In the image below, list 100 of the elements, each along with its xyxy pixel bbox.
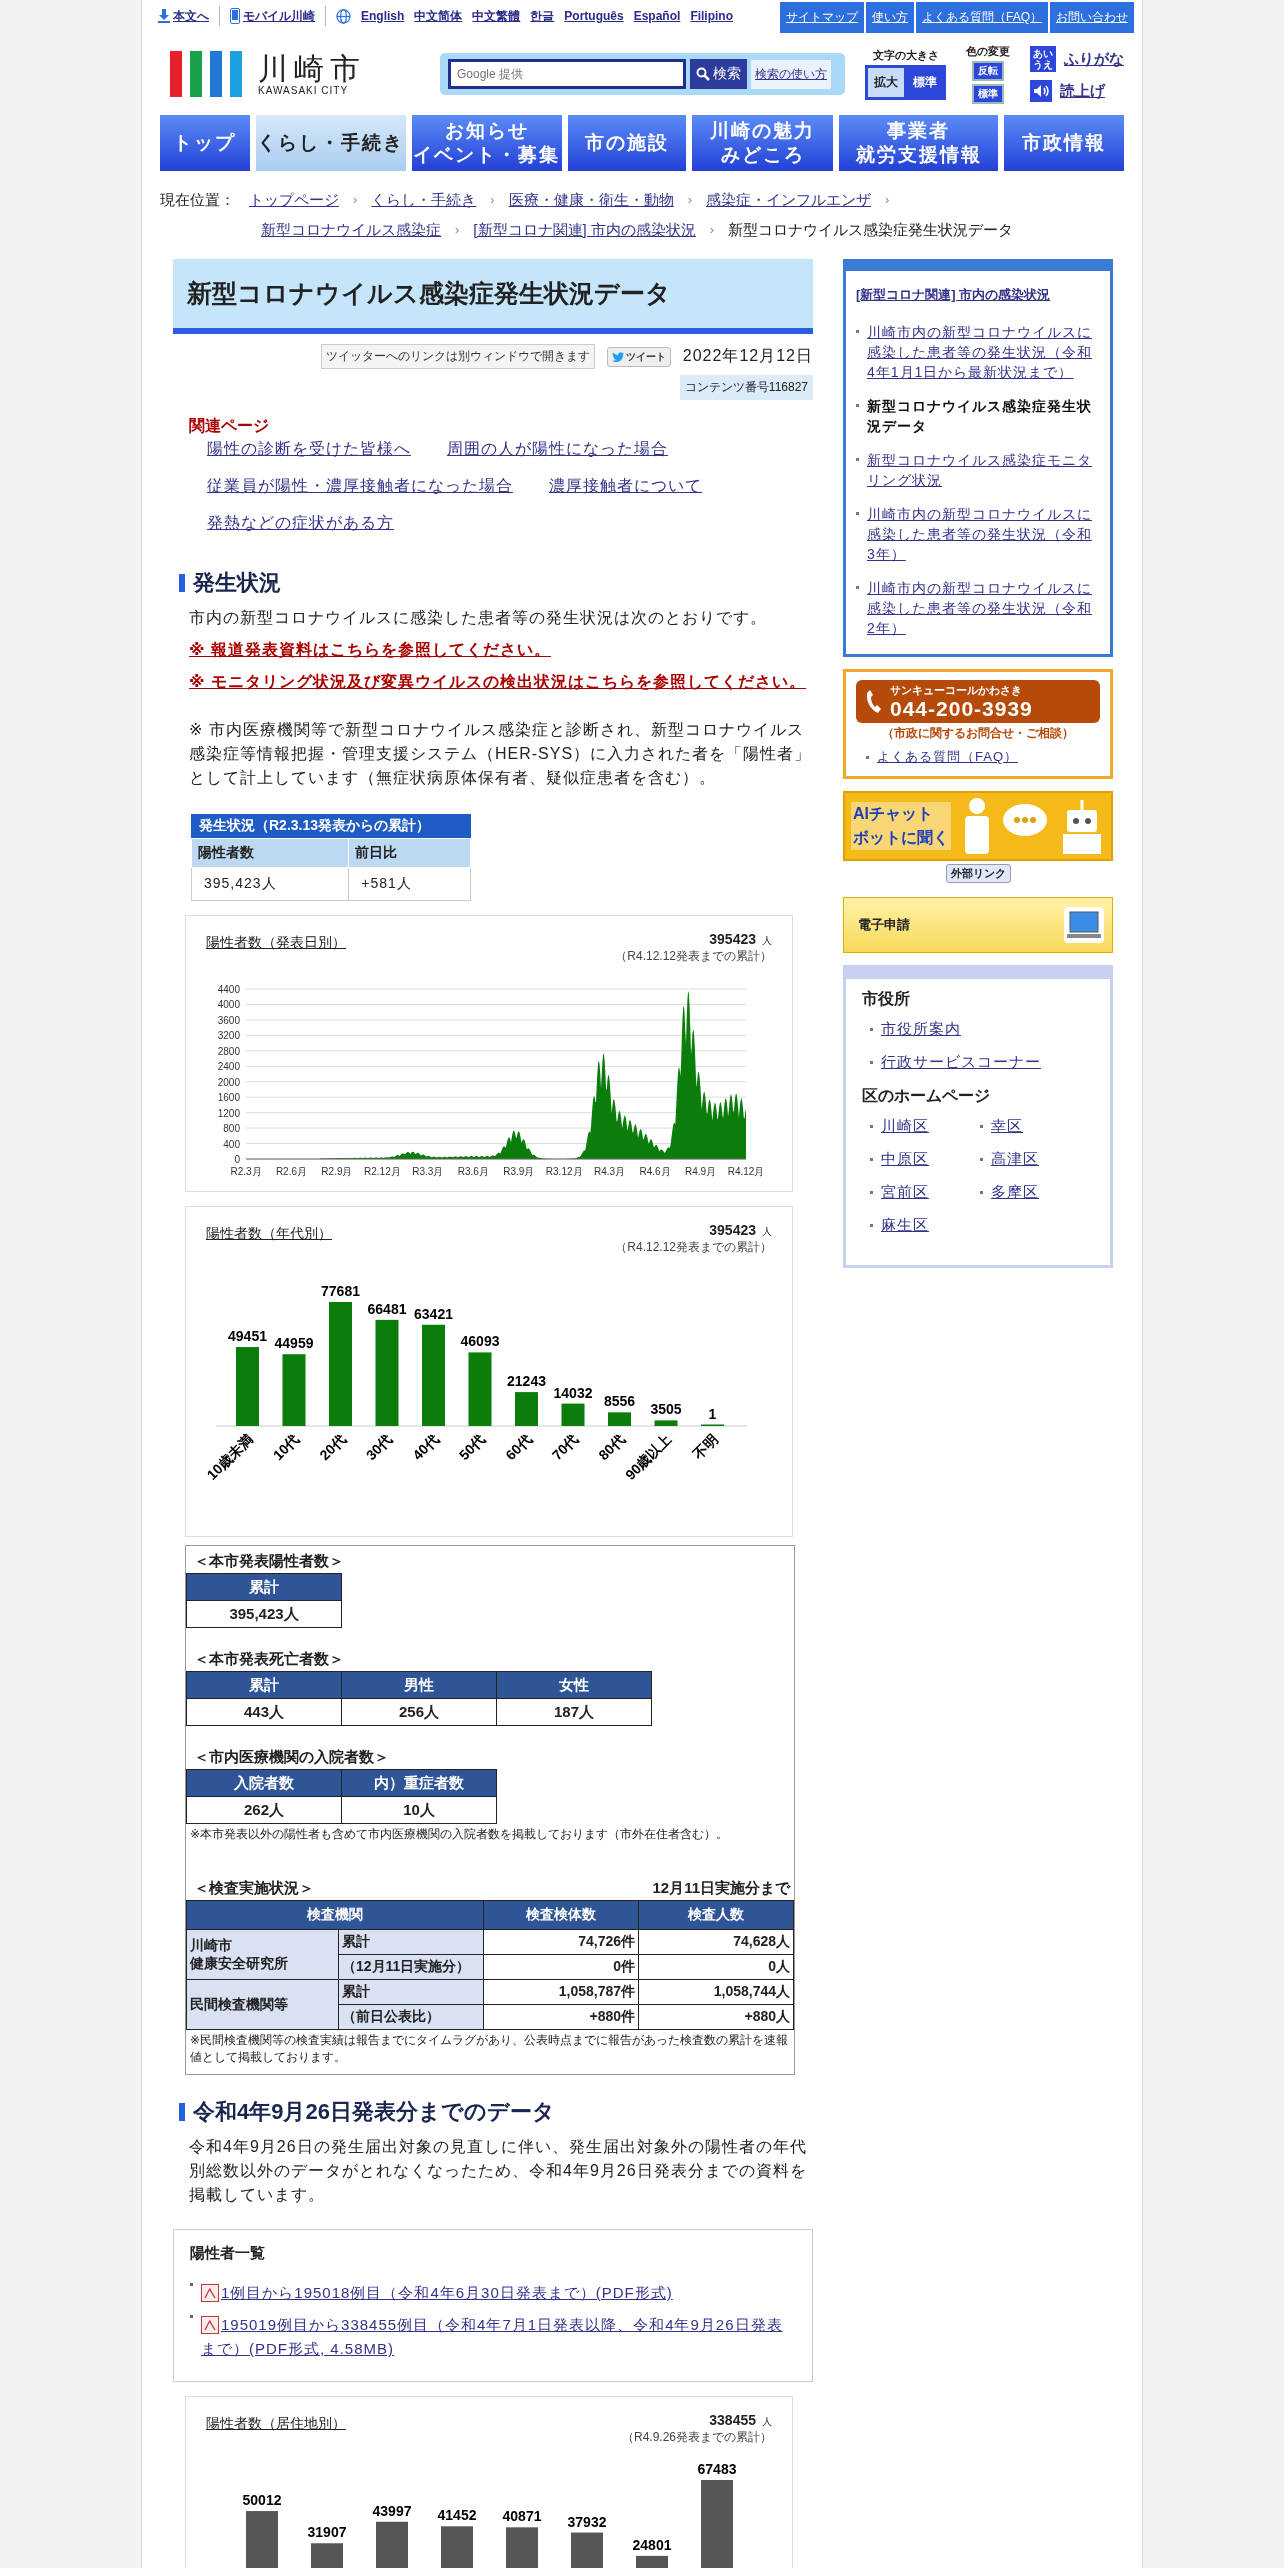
language-link[interactable]: English xyxy=(361,9,405,23)
alert-link[interactable]: ※ 報道発表資料はこちらを参照してください。 xyxy=(173,638,813,662)
breadcrumb-link[interactable]: くらし・手続き xyxy=(371,185,477,215)
color-button[interactable]: 標準 xyxy=(972,84,1004,104)
language-link[interactable]: 中文繁體 xyxy=(472,7,521,25)
breadcrumb-separator: › xyxy=(885,191,890,209)
axis-label: R2.6月 xyxy=(275,1166,307,1177)
list-heading: 陽性者一覧 xyxy=(190,2244,266,2263)
breadcrumb-separator: › xyxy=(353,191,358,209)
nav-tab[interactable]: 事業者 就労支援情報 xyxy=(838,115,999,171)
office-link[interactable]: 行政サービスコーナー xyxy=(881,1053,1041,1072)
axis-label: R4.9月 xyxy=(685,1166,717,1177)
related-link[interactable]: 陽性の診断を受けた皆様へ xyxy=(207,439,411,460)
related-link[interactable]: 発熱などの症状がある方 xyxy=(207,513,394,534)
table-cell: 川崎市 健康安全研究所 xyxy=(186,1929,339,1980)
nav-tab[interactable]: トップ xyxy=(160,115,250,171)
table-header: 検査機関 xyxy=(186,1900,484,1930)
call-center-note: （市政に関するお問合せ・ご相談） xyxy=(881,725,1075,742)
related-link[interactable]: 従業員が陽性・濃厚接触者になった場合 xyxy=(207,476,513,497)
language-link[interactable]: Português xyxy=(564,9,624,23)
as-of-label: 12月11日実施分まで xyxy=(652,1879,790,1898)
data-label: 8556 xyxy=(603,1393,636,1410)
table-cell: +880人 xyxy=(638,2004,794,2030)
search-help-link[interactable]: 検索の使い方 xyxy=(751,59,831,89)
ward-link[interactable]: 川崎区 xyxy=(881,1117,929,1136)
axis-label: 2400 xyxy=(217,1061,240,1073)
related-link[interactable]: 周囲の人が陽性になった場合 xyxy=(447,439,668,460)
utility-link[interactable]: お問い合わせ xyxy=(1050,2,1134,33)
local-nav-link[interactable]: 川崎市内の新型コロナウイルスに感染した患者等の発生状況（令和4年1月1日から最新状況まで） xyxy=(867,322,1100,382)
data-label: 24801 xyxy=(632,2536,672,2553)
breadcrumb-separator: › xyxy=(455,221,460,239)
language-link[interactable]: 中文简体 xyxy=(414,7,463,25)
local-nav-title[interactable]: [新型コロナ関連] 市内の感染状況 xyxy=(856,287,1051,302)
axis-label: R3.9月 xyxy=(503,1166,535,1177)
data-label: 77681 xyxy=(321,1286,360,1299)
furigana-link[interactable]: ふりがな xyxy=(1064,49,1124,69)
breadcrumb-separator: › xyxy=(687,191,693,209)
table-cell: 443人 xyxy=(186,1698,342,1726)
alert-link[interactable]: ※ モニタリング状況及び変異ウイルスの検出状況はこちらを参照してください。 xyxy=(173,670,813,694)
ward-link[interactable]: 多摩区 xyxy=(991,1183,1039,1202)
pdf-link[interactable]: 1例目から195018例目（令和4年6月30日発表まで）(PDF形式) xyxy=(201,2281,673,2305)
office-link[interactable]: 市役所案内 xyxy=(881,1020,961,1039)
axis-label: R2.12月 xyxy=(364,1166,401,1177)
utility-link[interactable]: 使い方 xyxy=(866,2,914,33)
ward-link[interactable]: 麻生区 xyxy=(881,1216,929,1235)
chart-note: （R4.12.12発表までの累計） xyxy=(615,948,772,965)
related-link[interactable]: 濃厚接触者について xyxy=(549,476,702,497)
search-button[interactable]: 検索 xyxy=(690,59,747,89)
total-count: 395423 xyxy=(709,1222,756,1238)
read-aloud-link[interactable]: 読上げ xyxy=(1060,81,1105,101)
skip-link[interactable]: 本文へ xyxy=(173,7,209,25)
language-link[interactable]: Español xyxy=(633,9,681,23)
data-label: 50012 xyxy=(242,2492,282,2509)
language-link[interactable]: 한글 xyxy=(530,7,555,25)
table-cell: （12月11日実施分） xyxy=(338,1954,484,1980)
ward-link[interactable]: 高津区 xyxy=(991,1150,1039,1169)
unit-label: 人 xyxy=(762,1226,772,1237)
mobile-link[interactable]: モバイル川崎 xyxy=(243,7,315,25)
nav-tab[interactable]: くらし・手続き xyxy=(255,115,407,171)
color-button[interactable]: 反転 xyxy=(972,61,1004,81)
utility-link[interactable]: よくある質問（FAQ） xyxy=(916,2,1048,33)
font-size-button[interactable]: 標準 xyxy=(907,68,943,97)
utility-link[interactable]: サイトマップ xyxy=(780,2,864,33)
page-title: 新型コロナウイルス感染症発生状況データ xyxy=(173,259,813,334)
chart-title: 陽性者数（発表日別） xyxy=(206,934,346,952)
tweet-button[interactable]: ツイート xyxy=(606,346,671,367)
breadcrumb-link[interactable]: 医療・健康・衛生・動物 xyxy=(508,185,674,215)
table-header: 検査検体数 xyxy=(483,1900,639,1930)
language-link[interactable]: Filipino xyxy=(690,9,734,23)
category-label: 60代 xyxy=(502,1430,535,1464)
data-label: 67483 xyxy=(697,2461,737,2477)
font-size-button[interactable]: 拡大 xyxy=(868,68,904,97)
note-text: ※ 市内医療機関等で新型コロナウイルス感染症と診断され、新型コロナウイルス感染症等情報把握・管理支援システム（HER-SYS）に入力された者を「陽性者」として計上しています（無症状病原体保有者、疑似症患者を含む）。 xyxy=(188,720,813,788)
local-nav-link[interactable]: 川崎市内の新型コロナウイルスに感染した患者等の発生状況（令和3年） xyxy=(867,504,1100,564)
e-application-banner[interactable]: 電子申請 xyxy=(843,897,1113,953)
breadcrumb-link[interactable]: トップページ xyxy=(249,185,339,215)
breadcrumb-link[interactable]: 新型コロナウイルス感染症 xyxy=(261,215,441,245)
nav-tab[interactable]: 市政情報 xyxy=(1004,115,1124,171)
data-label: 40871 xyxy=(502,2508,542,2525)
pdf-link[interactable]: 195019例目から338455例目（令和4年7月1日発表以降、令和4年9月26日発表まで）(PDF形式, 4.58MB) xyxy=(201,2313,796,2361)
nav-tab[interactable]: 川崎の魅力 みどころ xyxy=(692,115,833,171)
ai-chat-banner[interactable]: AIチャット ボットに聞く xyxy=(843,791,1113,861)
table-header: 女性 xyxy=(496,1671,652,1699)
nav-tab[interactable]: 市の施設 xyxy=(567,115,687,171)
local-nav-link[interactable]: 川崎市内の新型コロナウイルスに感染した患者等の発生状況（令和2年） xyxy=(867,578,1100,638)
ward-link[interactable]: 中原区 xyxy=(881,1150,929,1169)
table-note: ※本市発表以外の陽性者も含めて市内医療機関の入院者数を掲載しております（市外在住者含む）。 xyxy=(189,1826,730,1843)
breadcrumb-link[interactable]: 感染症・インフルエンザ xyxy=(706,185,872,215)
ward-link[interactable]: 幸区 xyxy=(991,1117,1023,1136)
axis-label: 2000 xyxy=(217,1076,240,1088)
furigana-icon: あいうえ xyxy=(1030,46,1056,72)
nav-tab[interactable]: お知らせ イベント・募集 xyxy=(412,115,562,171)
faq-link[interactable]: よくある質問（FAQ） xyxy=(877,748,1018,766)
local-nav-link[interactable]: 新型コロナウイルス感染症モニタリング状況 xyxy=(867,450,1100,490)
data-label: 21243 xyxy=(507,1373,546,1390)
table-title: ＜市内医療機関の入院者数＞ xyxy=(194,1748,390,1767)
table-caption: 発生状況（R2.3.13発表からの累計） xyxy=(191,814,471,838)
breadcrumb-link[interactable]: [新型コロナ関連] 市内の感染状況 xyxy=(473,215,696,245)
search-field[interactable]: Google 提供 xyxy=(448,59,686,89)
ward-link[interactable]: 宮前区 xyxy=(881,1183,929,1202)
